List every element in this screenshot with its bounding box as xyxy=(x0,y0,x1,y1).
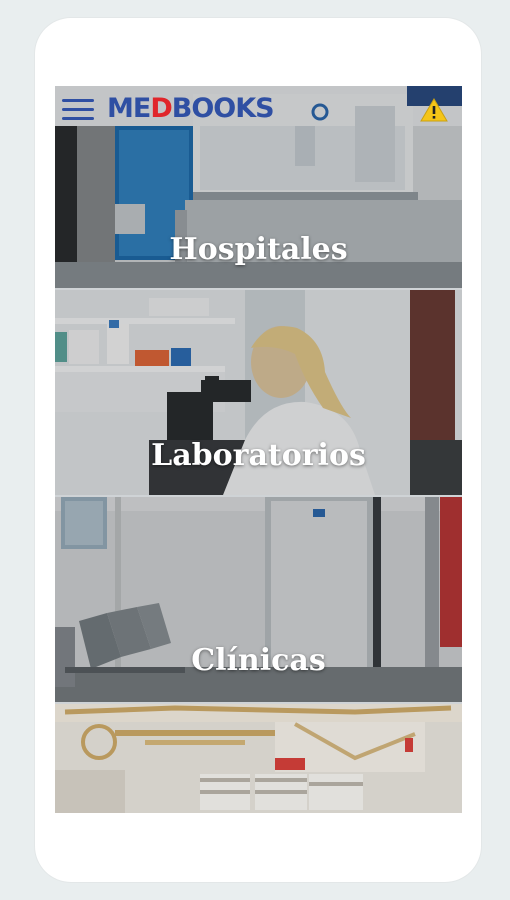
category-label: Hospitales xyxy=(169,232,348,267)
category-card-pharmacy[interactable] xyxy=(55,704,462,813)
logo-heart-mark: D xyxy=(150,93,172,124)
category-label: Clínicas xyxy=(191,643,326,678)
app-screen: Hospitales Laboratorios Clínicas MEDBOOK… xyxy=(55,86,462,813)
pharmacy-interior-image xyxy=(55,704,462,813)
category-card-laboratorios[interactable]: Laboratorios xyxy=(55,290,462,495)
medbooks-logo: MEDBOOKS xyxy=(107,93,275,124)
logo-text-left: ME xyxy=(107,93,151,124)
logo-text-right: BOOKS xyxy=(171,93,275,124)
warning-icon[interactable] xyxy=(420,98,448,122)
category-label: Laboratorios xyxy=(151,438,366,473)
category-card-clinicas[interactable]: Clínicas xyxy=(55,497,462,702)
app-header: MEDBOOKS xyxy=(55,86,462,132)
hamburger-menu-icon[interactable] xyxy=(62,99,94,121)
